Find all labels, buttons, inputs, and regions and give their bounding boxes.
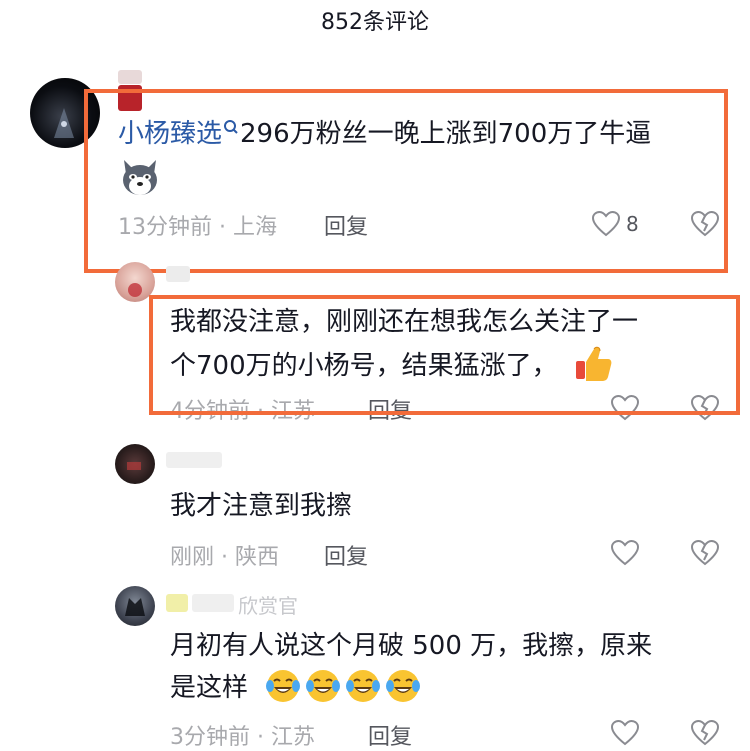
comment-time: 刚刚 bbox=[170, 545, 215, 570]
laughing-crying-emoji bbox=[306, 669, 341, 702]
heart-icon[interactable] bbox=[611, 720, 639, 746]
reply-button[interactable]: 回复 bbox=[324, 539, 368, 571]
comment-count-title: 852条评论 bbox=[321, 10, 429, 35]
blurred-username bbox=[166, 266, 190, 282]
comment-text: 月初有人说这个月破 500 万，我擦，原来 bbox=[170, 631, 653, 661]
comment-location: 陕西 bbox=[235, 545, 280, 570]
comment-text: 是这样 bbox=[170, 668, 422, 708]
comments-header: 852条评论 bbox=[0, 0, 750, 40]
username-fragment: 欣赏官 bbox=[238, 594, 298, 618]
comment-text: 我才注意到我擦 bbox=[170, 491, 353, 521]
emoji-group bbox=[256, 669, 422, 703]
reply-button[interactable]: 回复 bbox=[368, 719, 412, 751]
avatar[interactable] bbox=[115, 586, 155, 626]
avatar[interactable] bbox=[115, 444, 155, 484]
blurred-badge bbox=[118, 70, 142, 84]
comment-meta: 3分钟前 · 江苏 bbox=[170, 719, 315, 751]
laughing-crying-emoji bbox=[266, 669, 301, 702]
laughing-crying-emoji bbox=[386, 669, 421, 702]
meta-separator: · bbox=[221, 545, 229, 570]
meta-separator: · bbox=[257, 725, 264, 750]
laughing-crying-emoji bbox=[346, 669, 381, 702]
blurred-username bbox=[192, 594, 234, 612]
avatar-image bbox=[127, 462, 141, 470]
comment-meta: 刚刚 · 陕西 bbox=[170, 539, 279, 571]
comment-location: 江苏 bbox=[271, 725, 316, 750]
highlight-box bbox=[149, 295, 740, 415]
heart-icon[interactable] bbox=[611, 540, 639, 566]
blurred-username bbox=[166, 452, 222, 468]
dislike-icon[interactable] bbox=[691, 720, 719, 746]
comment-time: 3分钟前 bbox=[170, 725, 250, 750]
highlight-box bbox=[84, 89, 728, 273]
blurred-username bbox=[166, 594, 188, 612]
dislike-icon[interactable] bbox=[691, 540, 719, 566]
avatar-image bbox=[125, 598, 145, 616]
comment-body: 是这样 bbox=[170, 673, 249, 703]
